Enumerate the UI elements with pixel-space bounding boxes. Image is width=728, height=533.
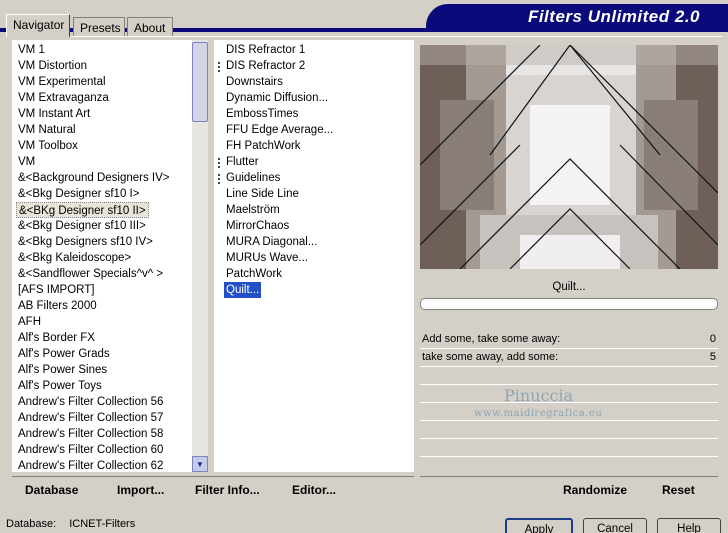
title-banner: Filters Unlimited 2.0: [426, 4, 728, 29]
filter-item[interactable]: MURUs Wave...: [226, 250, 308, 266]
category-item[interactable]: VM Distortion: [18, 58, 87, 74]
category-item[interactable]: Andrew's Filter Collection 58: [18, 426, 163, 442]
watermark-url: www.maidiregrafica.eu: [474, 408, 603, 419]
category-item[interactable]: Andrew's Filter Collection 57: [18, 410, 163, 426]
divider: [420, 384, 718, 385]
import-button[interactable]: Import...: [117, 483, 164, 497]
param-value[interactable]: 0: [710, 331, 716, 347]
param-value[interactable]: 5: [710, 349, 716, 365]
progress-bar: [420, 298, 718, 310]
category-item[interactable]: &<Bkg Designers sf10 IV>: [18, 234, 153, 250]
category-item[interactable]: VM: [18, 154, 35, 170]
category-item[interactable]: VM Instant Art: [18, 106, 90, 122]
filter-item[interactable]: PatchWork: [226, 266, 282, 282]
preset-marker-icon: [218, 158, 222, 168]
tab-navigator[interactable]: Navigator: [6, 14, 70, 37]
filter-info-button[interactable]: Filter Info...: [195, 483, 260, 497]
category-item[interactable]: VM Toolbox: [18, 138, 78, 154]
cancel-button[interactable]: Cancel: [583, 518, 647, 533]
filter-item[interactable]: Downstairs: [226, 74, 283, 90]
filter-item[interactable]: MirrorChaos: [226, 218, 289, 234]
param-row[interactable]: take some away, add some: 5: [420, 349, 718, 365]
param-label: Add some, take some away:: [422, 333, 561, 345]
reset-button[interactable]: Reset: [662, 483, 695, 497]
watermark-name: Pinuccia: [504, 386, 574, 405]
category-item[interactable]: Andrew's Filter Collection 56: [18, 394, 163, 410]
category-item[interactable]: AB Filters 2000: [18, 298, 97, 314]
filter-item[interactable]: Flutter: [226, 154, 259, 170]
category-list[interactable]: VM 1 VM Distortion VM Experimental VM Extra…: [12, 40, 208, 472]
database-label: Database:: [6, 518, 57, 530]
current-filter-name: Quilt...: [552, 281, 586, 293]
app-title: Filters Unlimited 2.0: [527, 7, 700, 26]
category-item[interactable]: Andrew's Filter Collection 60: [18, 442, 163, 458]
filter-item[interactable]: Line Side Line: [226, 186, 299, 202]
param-row[interactable]: Add some, take some away: 0: [420, 331, 718, 347]
category-item[interactable]: &<Bkg Kaleidoscope>: [18, 250, 131, 266]
category-item[interactable]: Andrew's Filter Collection 62: [18, 458, 163, 472]
quilt-preview-graphic: [420, 45, 718, 269]
preset-marker-icon: [218, 62, 222, 72]
randomize-button[interactable]: Randomize: [563, 483, 627, 497]
category-item[interactable]: Alf's Power Grads: [18, 346, 110, 362]
help-button[interactable]: Help: [657, 518, 721, 533]
category-item[interactable]: Alf's Power Toys: [18, 378, 102, 394]
filter-item[interactable]: Maelström: [226, 202, 280, 218]
category-item[interactable]: [AFS IMPORT]: [18, 282, 94, 298]
status-line: Database: ICNET-Filters: [6, 518, 135, 530]
category-item[interactable]: VM 1: [18, 42, 45, 58]
filter-item[interactable]: DIS Refractor 2: [226, 58, 305, 74]
param-label: take some away, add some:: [422, 351, 559, 363]
divider: [420, 366, 718, 367]
category-item[interactable]: Alf's Power Sines: [18, 362, 107, 378]
filter-item[interactable]: FFU Edge Average...: [226, 122, 333, 138]
tab-panel-border: [6, 36, 722, 37]
filter-item[interactable]: FH PatchWork: [226, 138, 301, 154]
editor-button[interactable]: Editor...: [292, 483, 336, 497]
filter-item[interactable]: DIS Refractor 1: [226, 42, 305, 58]
category-item[interactable]: &<Sandflower Specials^v^ >: [18, 266, 163, 282]
category-item[interactable]: VM Experimental: [18, 74, 106, 90]
tab-presets[interactable]: Presets: [73, 17, 125, 36]
preview-image: [420, 45, 718, 269]
preset-marker-icon: [218, 174, 222, 184]
category-item[interactable]: Alf's Border FX: [18, 330, 95, 346]
apply-button[interactable]: Apply: [505, 518, 573, 533]
filter-item[interactable]: EmbossTimes: [226, 106, 298, 122]
divider: [420, 420, 718, 421]
scroll-thumb[interactable]: [192, 42, 208, 122]
filter-item[interactable]: Quilt...: [224, 282, 262, 298]
filter-item[interactable]: Dynamic Diffusion...: [226, 90, 328, 106]
category-item[interactable]: VM Extravaganza: [18, 90, 109, 106]
category-item[interactable]: &<Bkg Designer sf10 III>: [18, 218, 146, 234]
category-item[interactable]: VM Natural: [18, 122, 76, 138]
filter-item[interactable]: Guidelines: [226, 170, 280, 186]
filter-item[interactable]: MURA Diagonal...: [226, 234, 317, 250]
scroll-down-arrow-icon[interactable]: ▼: [192, 456, 208, 472]
filter-list[interactable]: DIS Refractor 1 DIS Refractor 2 Downstairs…: [214, 40, 414, 472]
divider: [420, 438, 718, 439]
category-item[interactable]: &<Bkg Designer sf10 I>: [18, 186, 139, 202]
tab-about[interactable]: About: [127, 17, 173, 36]
category-item[interactable]: AFH: [18, 314, 41, 330]
database-button[interactable]: Database: [25, 483, 78, 497]
category-item[interactable]: &<BKg Designer sf10 II>: [16, 202, 149, 218]
database-value: ICNET-Filters: [69, 518, 136, 530]
category-scrollbar[interactable]: ▼: [192, 40, 208, 472]
divider: [420, 456, 718, 457]
category-item[interactable]: &<Background Designers IV>: [18, 170, 170, 186]
